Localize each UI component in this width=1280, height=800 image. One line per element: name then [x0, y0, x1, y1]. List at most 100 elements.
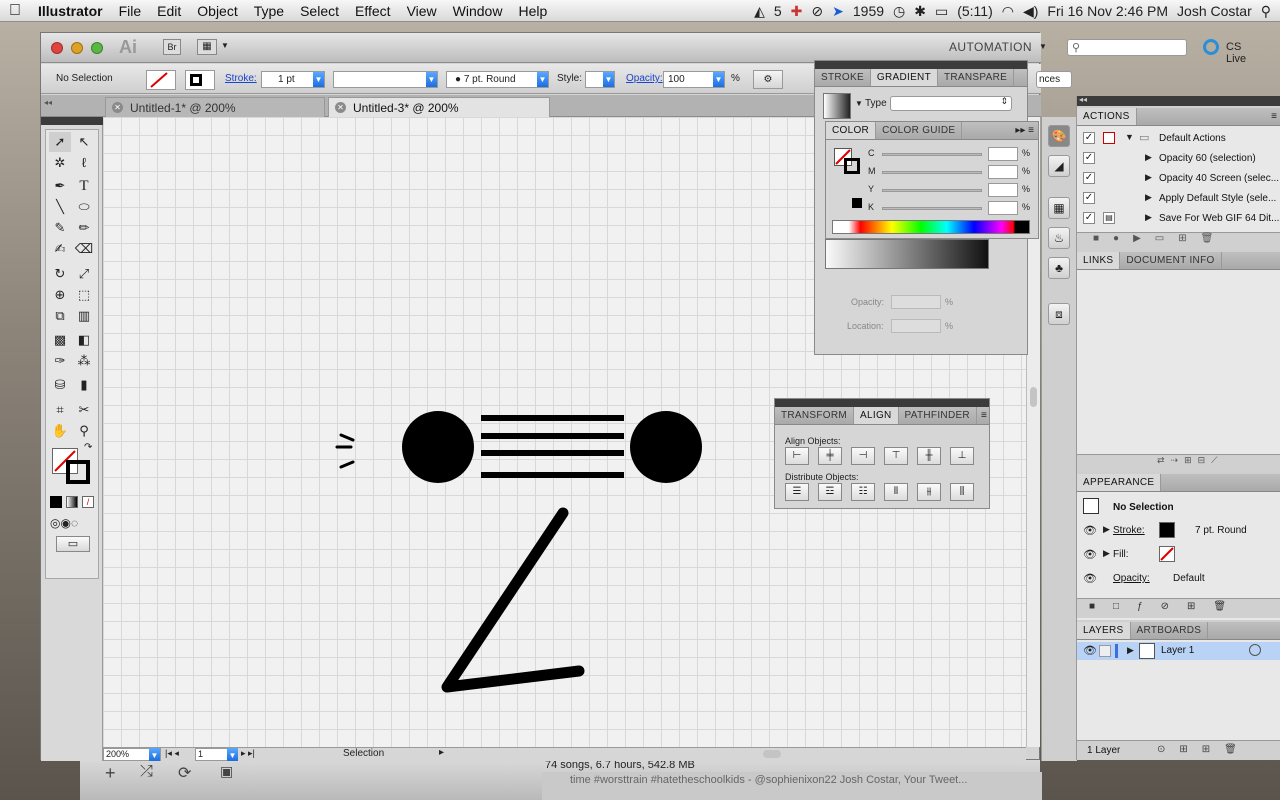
distribute-top-icon[interactable]: ☰: [785, 483, 809, 501]
chevron-down-icon[interactable]: ▼: [603, 72, 614, 87]
swap-colors-icon[interactable]: ↷: [84, 442, 92, 453]
color-panel-icon[interactable]: 🎨: [1048, 125, 1070, 147]
zoom-window-icon[interactable]: [91, 42, 103, 54]
fill-swatch[interactable]: [146, 70, 176, 90]
action-item[interactable]: Opacity 40 Screen (selec...: [1159, 173, 1279, 184]
draw-mode-icons[interactable]: ◎◉◌: [50, 516, 78, 530]
color-spectrum-bar[interactable]: [832, 220, 1030, 234]
gradient-tool-icon[interactable]: ◧: [73, 330, 95, 350]
chevron-down-icon[interactable]: ▼: [227, 748, 238, 761]
blob-brush-tool-icon[interactable]: ✍: [49, 239, 71, 259]
mesh-tool-icon[interactable]: ▩: [49, 330, 71, 350]
search-input[interactable]: ⚲: [1067, 39, 1187, 56]
fill-color-swatch[interactable]: [1159, 546, 1175, 562]
opacity-field[interactable]: 100 ▼: [663, 71, 725, 88]
visibility-eye-icon[interactable]: 👁: [1083, 524, 1097, 537]
menu-help[interactable]: Help: [510, 3, 555, 19]
distribute-horizontal-center-icon[interactable]: ⫵: [917, 483, 941, 501]
clock[interactable]: Fri 16 Nov 2:46 PM: [1047, 3, 1168, 19]
pen-tool-icon[interactable]: ✒: [49, 176, 71, 196]
eraser-tool-icon[interactable]: ⌫: [73, 239, 95, 259]
symbols-panel-icon[interactable]: ♣: [1048, 257, 1070, 279]
appearance-opacity-label[interactable]: Opacity:: [1113, 573, 1150, 584]
repeat-icon[interactable]: ⟳: [178, 763, 191, 783]
appearance-footer-buttons[interactable]: ■□ƒ⊘⊞🗑: [1077, 598, 1280, 618]
tab-untitled-3[interactable]: ✕ Untitled-3* @ 200% (CMYK/Preview): [328, 97, 550, 135]
artwork-toggle-icon[interactable]: ▣: [220, 763, 233, 780]
chevron-down-icon[interactable]: ▼: [713, 72, 724, 87]
expand-arrows-icon[interactable]: ◂◂: [1079, 95, 1087, 104]
bridge-button[interactable]: Br: [163, 39, 181, 55]
stroke-label[interactable]: Stroke:: [225, 73, 257, 84]
gradient-swatch[interactable]: [823, 93, 851, 119]
symbol-sprayer-tool-icon[interactable]: ⛁: [49, 375, 71, 395]
expand-triangle-icon[interactable]: ▶: [1103, 548, 1110, 559]
gradient-ramp[interactable]: [825, 239, 989, 269]
channel-k-field[interactable]: [988, 201, 1018, 215]
menu-type[interactable]: Type: [246, 3, 292, 19]
chevron-down-icon[interactable]: ▼: [1039, 42, 1047, 51]
dialog-toggle-icon[interactable]: ▤: [1103, 212, 1115, 224]
workspace-switcher[interactable]: AUTOMATION: [949, 40, 1032, 54]
brush-select[interactable]: ● 7 pt. Round ▼: [446, 71, 549, 88]
brushes-panel-icon[interactable]: ♨: [1048, 227, 1070, 249]
tab-layers[interactable]: LAYERS: [1077, 622, 1131, 639]
action-set-name[interactable]: Default Actions: [1159, 133, 1226, 144]
tab-transparency[interactable]: TRANSPARE: [938, 69, 1015, 86]
align-right-icon[interactable]: ⊣: [851, 447, 875, 465]
document-setup-button[interactable]: nces: [1036, 71, 1072, 88]
artboard-nav-first-icon[interactable]: |◂ ◂: [165, 748, 179, 759]
gradient-type-select[interactable]: ⇕: [890, 96, 1012, 111]
tab-links[interactable]: LINKS: [1077, 252, 1121, 269]
user-name[interactable]: Josh Costar: [1177, 3, 1252, 19]
opacity-label[interactable]: Opacity:: [626, 73, 663, 84]
distribute-vertical-center-icon[interactable]: ☲: [818, 483, 842, 501]
graphic-styles-panel-icon[interactable]: ⧈: [1048, 303, 1070, 325]
tab-stroke[interactable]: STROKE: [815, 69, 871, 86]
lock-toggle[interactable]: [1099, 645, 1111, 657]
visibility-eye-icon[interactable]: 👁: [1083, 548, 1097, 561]
layer-row[interactable]: 👁 ▶ Layer 1: [1077, 642, 1280, 660]
spotlight-icon[interactable]: ⚲: [1261, 3, 1271, 20]
stroke-color-box[interactable]: [66, 460, 90, 484]
menu-object[interactable]: Object: [189, 3, 245, 19]
bluetooth-icon[interactable]: ✱: [914, 3, 926, 20]
zoom-tool-icon[interactable]: ⚲: [73, 421, 95, 441]
artboard-nav-last-icon[interactable]: ▸ ▸|: [241, 748, 255, 759]
adobe-updater-icon[interactable]: ◭: [754, 3, 765, 20]
chevron-down-icon[interactable]: ▼: [313, 72, 324, 87]
width-tool-icon[interactable]: ⊕: [49, 285, 71, 305]
tab-gradient[interactable]: GRADIENT: [870, 69, 938, 86]
expand-triangle-icon[interactable]: ▶: [1145, 212, 1152, 223]
channel-y-slider[interactable]: [882, 189, 982, 192]
scale-tool-icon[interactable]: ⤢: [73, 264, 95, 284]
wifi-icon[interactable]: ◠: [1002, 3, 1014, 20]
expand-triangle-icon[interactable]: ▶: [1103, 524, 1110, 535]
panel-column-header[interactable]: ◂◂: [1077, 95, 1280, 106]
scroll-thumb[interactable]: [1030, 387, 1037, 407]
tab-actions[interactable]: ACTIONS: [1077, 108, 1137, 125]
collapse-arrows-icon[interactable]: ◂◂: [44, 98, 52, 107]
ellipse-tool-icon[interactable]: ⬭: [73, 197, 95, 217]
type-tool-icon[interactable]: T: [73, 176, 95, 196]
cs-live-button[interactable]: CS Live: [1226, 41, 1246, 65]
tab-color-guide[interactable]: COLOR GUIDE: [876, 122, 963, 139]
toggle-checkbox[interactable]: ✓: [1083, 172, 1095, 184]
menu-window[interactable]: Window: [445, 3, 511, 19]
color-mode-icon[interactable]: [50, 496, 62, 508]
pencil-tool-icon[interactable]: ✏: [73, 218, 95, 238]
variable-width-select[interactable]: ▼: [333, 71, 438, 88]
align-top-icon[interactable]: ⊤: [884, 447, 908, 465]
shuffle-icon[interactable]: ⤮: [140, 763, 153, 781]
distribute-bottom-icon[interactable]: ☷: [851, 483, 875, 501]
action-item[interactable]: Opacity 60 (selection): [1159, 153, 1256, 164]
tab-appearance[interactable]: APPEARANCE: [1077, 474, 1162, 491]
blend-tool-icon[interactable]: ⁂: [73, 351, 95, 371]
time-machine-icon[interactable]: ◷: [893, 3, 905, 20]
minimize-window-icon[interactable]: [71, 42, 83, 54]
channel-c-slider[interactable]: [882, 153, 982, 156]
visibility-eye-icon[interactable]: 👁: [1083, 572, 1097, 585]
chevron-down-icon[interactable]: ▼: [537, 72, 548, 87]
channel-k-slider[interactable]: [882, 207, 982, 210]
panel-header-bar[interactable]: [815, 61, 1027, 69]
